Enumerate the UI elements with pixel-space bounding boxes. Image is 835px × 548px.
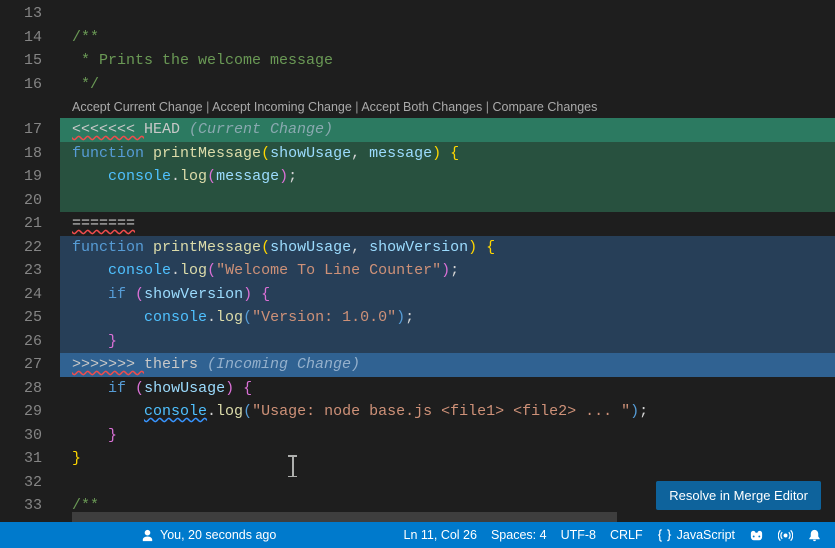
status-text: You, 20 seconds ago (160, 528, 276, 542)
code-line: } (60, 424, 835, 448)
line-number: 27 (0, 353, 42, 377)
line-number: 20 (0, 189, 42, 213)
status-notifications[interactable] (800, 522, 829, 548)
conflict-separator: ======= (60, 212, 835, 236)
status-indentation[interactable]: Spaces: 4 (484, 522, 554, 548)
horizontal-scrollbar[interactable] (72, 512, 617, 522)
text-cursor (292, 455, 293, 477)
line-number: 22 (0, 236, 42, 260)
code-line: } (60, 330, 835, 354)
code-line: console.log("Welcome To Line Counter"); (60, 259, 835, 283)
resolve-merge-button[interactable]: Resolve in Merge Editor (656, 481, 821, 510)
line-number: 31 (0, 447, 42, 471)
accept-both-link[interactable]: Accept Both Changes (361, 100, 482, 114)
code-line: function printMessage(showUsage, message… (60, 142, 835, 166)
line-number: 25 (0, 306, 42, 330)
line-number: 32 (0, 471, 42, 495)
person-icon (140, 528, 155, 543)
line-number: 28 (0, 377, 42, 401)
code-line: */ (60, 73, 835, 97)
status-git-blame[interactable]: You, 20 seconds ago (0, 522, 283, 548)
line-number: 17 (0, 118, 42, 142)
code-line: console.log(message); (60, 165, 835, 189)
compare-changes-link[interactable]: Compare Changes (492, 100, 597, 114)
line-number: 30 (0, 424, 42, 448)
code-line: console.log("Version: 1.0.0"); (60, 306, 835, 330)
line-number: 21 (0, 212, 42, 236)
code-line: if (showVersion) { (60, 283, 835, 307)
braces-icon (657, 528, 672, 543)
code-area[interactable]: /** * Prints the welcome message */ Acce… (60, 0, 835, 522)
line-number: 33 (0, 494, 42, 518)
line-number: 19 (0, 165, 42, 189)
merge-codelens: Accept Current Change | Accept Incoming … (60, 96, 835, 118)
code-line: * Prints the welcome message (60, 49, 835, 73)
code-line: function printMessage(showUsage, showVer… (60, 236, 835, 260)
line-number-gutter: 13 14 15 16 17 18 19 20 21 22 23 24 25 2… (0, 0, 60, 522)
line-number: 24 (0, 283, 42, 307)
line-number: 14 (0, 26, 42, 50)
line-number: 16 (0, 73, 42, 97)
line-number: 26 (0, 330, 42, 354)
code-line: console.log("Usage: node base.js <file1>… (60, 400, 835, 424)
status-language[interactable]: JavaScript (650, 522, 742, 548)
code-line (60, 2, 835, 26)
bell-icon (807, 528, 822, 543)
copilot-icon (749, 528, 764, 543)
code-line: /** (60, 26, 835, 50)
line-number: 18 (0, 142, 42, 166)
status-bar: You, 20 seconds ago Ln 11, Col 26 Spaces… (0, 522, 835, 548)
line-number: 29 (0, 400, 42, 424)
accept-incoming-link[interactable]: Accept Incoming Change (212, 100, 352, 114)
broadcast-icon (778, 528, 793, 543)
line-number: 15 (0, 49, 42, 73)
status-encoding[interactable]: UTF-8 (554, 522, 603, 548)
status-feedback[interactable] (771, 522, 800, 548)
code-line (60, 189, 835, 213)
code-line: } (60, 447, 835, 471)
conflict-head-marker: <<<<<<< HEAD (Current Change) (60, 118, 835, 142)
code-line: if (showUsage) { (60, 377, 835, 401)
line-number: 13 (0, 2, 42, 26)
conflict-theirs-marker: >>>>>>> theirs (Incoming Change) (60, 353, 835, 377)
status-eol[interactable]: CRLF (603, 522, 650, 548)
editor-pane[interactable]: 13 14 15 16 17 18 19 20 21 22 23 24 25 2… (0, 0, 835, 522)
status-cursor-pos[interactable]: Ln 11, Col 26 (397, 522, 484, 548)
status-copilot[interactable] (742, 522, 771, 548)
line-number: 23 (0, 259, 42, 283)
accept-current-link[interactable]: Accept Current Change (72, 100, 203, 114)
